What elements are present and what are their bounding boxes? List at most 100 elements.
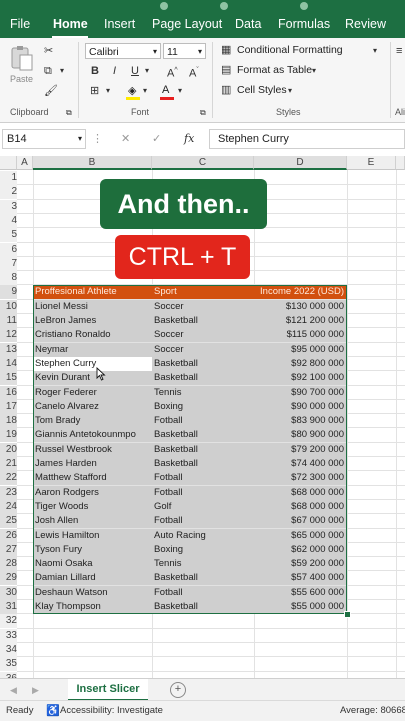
table-cell[interactable]: $92 100 000 — [254, 371, 347, 386]
table-cell[interactable]: Basketball — [152, 457, 254, 471]
undo-icon[interactable] — [160, 2, 168, 10]
search-icon[interactable] — [300, 2, 308, 10]
table-cell[interactable]: $72 300 000 — [254, 471, 347, 486]
tab-page-layout[interactable]: Page Layout — [152, 17, 222, 31]
underline-dropdown-icon[interactable]: ▾ — [145, 64, 149, 78]
cancel-icon[interactable]: ✕ — [121, 132, 130, 146]
row-header[interactable]: 19 — [0, 428, 17, 443]
row-header[interactable]: 25 — [0, 514, 17, 529]
row-header[interactable]: 26 — [0, 528, 17, 543]
table-cell[interactable]: Soccer — [152, 299, 254, 314]
row-header[interactable]: 15 — [0, 371, 17, 386]
column-header-f[interactable] — [396, 156, 405, 170]
font-name-select[interactable]: Calibri ▾ — [85, 43, 161, 59]
decrease-font-icon[interactable]: Aˇ — [189, 64, 199, 81]
table-cell[interactable]: James Harden — [33, 457, 152, 471]
column-header-d[interactable]: D — [254, 156, 347, 170]
table-cell[interactable]: Tiger Woods — [33, 499, 152, 514]
fill-color-icon[interactable]: ◈ — [126, 84, 140, 100]
table-cell[interactable]: Basketball — [152, 571, 254, 586]
row-header[interactable]: 11 — [0, 314, 17, 328]
borders-dropdown-icon[interactable]: ▾ — [106, 84, 110, 98]
column-header-b[interactable]: B — [33, 156, 152, 170]
conditional-formatting-button[interactable]: Conditional Formatting — [237, 44, 343, 56]
function-icon[interactable]: fx — [184, 132, 194, 146]
row-header[interactable]: 4 — [0, 213, 17, 228]
table-cell[interactable]: $65 000 000 — [254, 528, 347, 543]
table-cell[interactable]: $67 000 000 — [254, 514, 347, 529]
increase-font-icon[interactable]: A^ — [167, 64, 178, 81]
row-header[interactable]: 14 — [0, 356, 17, 371]
borders-icon[interactable]: ⊞ — [90, 84, 99, 98]
format-as-table-button[interactable]: Format as Table — [237, 64, 312, 76]
paste-button[interactable]: Paste — [8, 42, 36, 88]
table-cell[interactable]: Fotball — [152, 514, 254, 529]
table-cell[interactable]: Aaron Rodgers — [33, 485, 152, 500]
row-header[interactable]: 30 — [0, 585, 17, 600]
table-cell[interactable]: Giannis Antetokounmpo — [33, 428, 152, 443]
table-header-cell[interactable]: Sport — [152, 285, 254, 300]
cut-icon[interactable]: ✂ — [44, 44, 53, 58]
enter-icon[interactable]: ✓ — [152, 132, 161, 146]
row-header[interactable]: 13 — [0, 342, 17, 357]
column-header-e[interactable]: E — [347, 156, 396, 170]
table-cell[interactable]: $55 000 000 — [254, 600, 347, 614]
font-color-icon[interactable]: A — [160, 84, 174, 100]
table-cell[interactable]: Fotball — [152, 585, 254, 600]
table-cell[interactable]: $121 200 000 — [254, 314, 347, 328]
table-cell[interactable]: Boxing — [152, 399, 254, 414]
table-cell[interactable]: Basketball — [152, 314, 254, 328]
table-cell[interactable]: $90 000 000 — [254, 399, 347, 414]
row-header[interactable]: 7 — [0, 256, 17, 271]
tab-insert[interactable]: Insert — [104, 17, 135, 31]
column-header-a[interactable]: A — [17, 156, 33, 170]
sheet-tab-insert-slicer[interactable]: Insert Slicer — [68, 679, 148, 701]
tab-home[interactable]: Home — [53, 17, 88, 31]
add-sheet-button[interactable]: + — [170, 682, 186, 698]
table-cell[interactable]: Josh Allen — [33, 514, 152, 529]
row-header[interactable]: 24 — [0, 499, 17, 514]
table-cell[interactable]: $57 400 000 — [254, 571, 347, 586]
clipboard-launcher-icon[interactable]: ⧉ — [66, 106, 72, 120]
table-cell[interactable]: Fotball — [152, 485, 254, 500]
table-cell[interactable]: Tom Brady — [33, 414, 152, 429]
table-cell[interactable]: Roger Federer — [33, 385, 152, 400]
column-header-c[interactable]: C — [152, 156, 254, 170]
row-header[interactable]: 27 — [0, 542, 17, 557]
table-cell[interactable]: Basketball — [152, 442, 254, 457]
table-cell[interactable]: Lewis Hamilton — [33, 528, 152, 543]
row-header[interactable]: 2 — [0, 185, 17, 200]
table-cell[interactable]: $83 900 000 — [254, 414, 347, 429]
table-cell[interactable]: $79 200 000 — [254, 442, 347, 457]
table-cell[interactable]: Matthew Stafford — [33, 471, 152, 486]
table-cell[interactable]: Tennis — [152, 557, 254, 572]
table-cell[interactable]: Canelo Alvarez — [33, 399, 152, 414]
scroll-left-icon[interactable]: ◀ — [10, 683, 17, 697]
row-header[interactable]: 8 — [0, 271, 17, 286]
row-header[interactable]: 31 — [0, 600, 17, 614]
table-cell[interactable]: Naomi Osaka — [33, 557, 152, 572]
copy-icon[interactable]: ⧉ — [44, 64, 52, 78]
table-cell[interactable]: Kevin Durant — [33, 371, 152, 386]
table-cell[interactable]: $62 000 000 — [254, 542, 347, 557]
table-cell[interactable]: $55 600 000 — [254, 585, 347, 600]
table-cell[interactable]: Fotball — [152, 471, 254, 486]
row-header[interactable]: 35 — [0, 657, 17, 672]
table-cell[interactable]: $90 700 000 — [254, 385, 347, 400]
row-header[interactable]: 17 — [0, 399, 17, 414]
table-cell[interactable]: Golf — [152, 499, 254, 514]
table-cell[interactable]: Basketball — [152, 356, 254, 371]
row-header[interactable]: 6 — [0, 242, 17, 257]
table-cell[interactable]: $130 000 000 — [254, 299, 347, 314]
table-cell[interactable]: Damian Lillard — [33, 571, 152, 586]
table-cell[interactable]: Fotball — [152, 414, 254, 429]
table-cell[interactable]: $95 000 000 — [254, 342, 347, 357]
table-cell[interactable]: $80 900 000 — [254, 428, 347, 443]
table-cell[interactable]: Lionel Messi — [33, 299, 152, 314]
fill-handle[interactable] — [344, 611, 351, 619]
row-header[interactable]: 20 — [0, 442, 17, 457]
scroll-right-icon[interactable]: ▶ — [32, 683, 39, 697]
copy-dropdown-icon[interactable]: ▾ — [60, 64, 64, 78]
table-cell[interactable]: Stephen Curry — [33, 356, 152, 371]
alignment-icon[interactable]: ≡ — [396, 44, 402, 58]
